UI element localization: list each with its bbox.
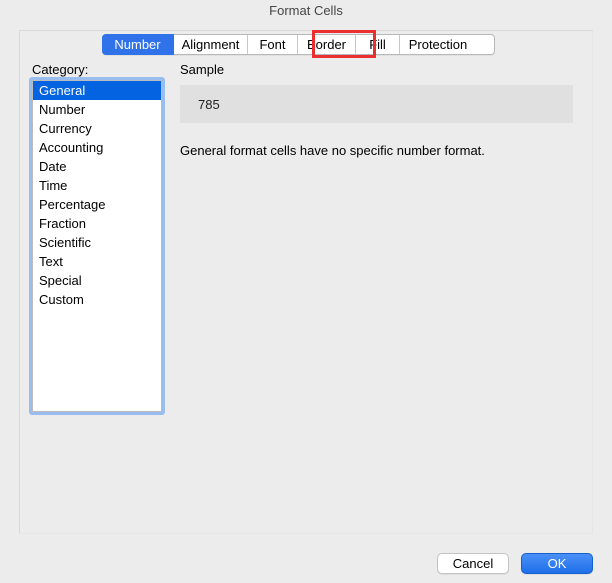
tab-border[interactable]: Border [298,35,356,54]
dialog-buttons: Cancel OK [437,553,593,574]
tab-strip: Number Alignment Font Border Fill Protec… [102,34,495,55]
category-item-text[interactable]: Text [33,252,161,271]
category-item-accounting[interactable]: Accounting [33,138,161,157]
category-item-custom[interactable]: Custom [33,290,161,309]
category-item-scientific[interactable]: Scientific [33,233,161,252]
category-label: Category: [32,62,88,77]
category-item-special[interactable]: Special [33,271,161,290]
tab-protection[interactable]: Protection [400,35,476,54]
category-item-date[interactable]: Date [33,157,161,176]
category-item-fraction[interactable]: Fraction [33,214,161,233]
window-title: Format Cells [0,0,612,22]
category-item-number[interactable]: Number [33,100,161,119]
category-listbox[interactable]: General Number Currency Accounting Date … [32,80,162,412]
tab-alignment[interactable]: Alignment [174,35,248,54]
category-item-time[interactable]: Time [33,176,161,195]
sample-preview: 785 [180,85,573,123]
sample-label: Sample [180,62,224,77]
tab-fill[interactable]: Fill [356,35,400,54]
tab-font[interactable]: Font [248,35,298,54]
ok-button[interactable]: OK [521,553,593,574]
category-item-general[interactable]: General [33,81,161,100]
category-item-currency[interactable]: Currency [33,119,161,138]
sample-value: 785 [198,97,220,112]
format-description: General format cells have no specific nu… [180,143,573,158]
tab-number[interactable]: Number [102,34,174,55]
cancel-button[interactable]: Cancel [437,553,509,574]
category-item-percentage[interactable]: Percentage [33,195,161,214]
